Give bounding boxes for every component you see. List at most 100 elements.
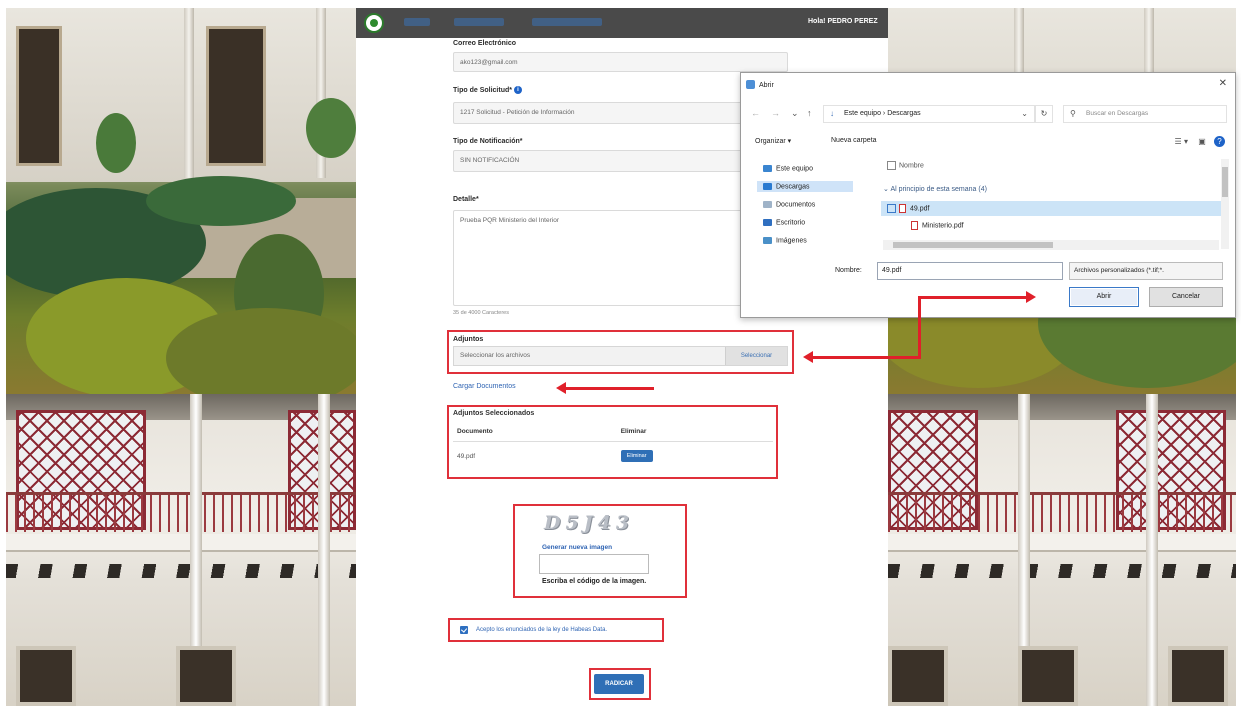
attachments-input[interactable]: Seleccionar los archivos Seleccionar — [453, 346, 788, 366]
column-name-label: Nombre — [899, 162, 924, 170]
nav-item-label: Escritorio — [776, 219, 806, 227]
search-input[interactable]: ⚲ Buscar en Descargas — [1063, 105, 1227, 123]
nav-item-label: Documentos — [776, 201, 816, 209]
close-icon[interactable]: ✕ — [1219, 78, 1227, 89]
file-type-filter[interactable]: Archivos personalizados (*.tif;*. — [1069, 262, 1223, 280]
submit-button[interactable]: RADICAR — [594, 674, 644, 694]
nav-item-this-pc[interactable]: Este equipo — [763, 165, 813, 172]
preview-pane-icon[interactable]: ▣ — [1198, 137, 1206, 146]
address-bar-row: ← → ⌄ ↑ ↓ Este equipo › Descargas ⌄ ↻ ⚲ … — [741, 103, 1235, 125]
nav-item-pictures[interactable]: Imágenes — [763, 237, 807, 247]
desktop-icon — [763, 219, 772, 226]
pictures-icon — [763, 237, 772, 244]
file-item-selected[interactable]: 49.pdf — [881, 201, 1221, 216]
detail-textarea[interactable]: Prueba PQR Ministerio del Interior — [453, 210, 788, 306]
scroll-thumb[interactable] — [893, 242, 1053, 248]
nav-link-2[interactable] — [454, 18, 504, 26]
view-options: ☰ ▾ ▣ ? — [1175, 136, 1225, 147]
horizontal-scrollbar[interactable] — [883, 240, 1219, 250]
user-greeting[interactable]: Hola! PEDRO PEREZ — [808, 18, 878, 25]
help-icon[interactable]: ? — [1214, 136, 1225, 147]
regenerate-captcha-link[interactable]: Generar nueva imagen — [542, 544, 612, 551]
file-name: 49.pdf — [910, 205, 930, 213]
pdf-icon — [911, 221, 918, 230]
file-item[interactable]: Ministerio.pdf — [911, 221, 964, 230]
file-open-dialog: Abrir ✕ ← → ⌄ ↑ ↓ Este equipo › Descarga… — [740, 72, 1236, 318]
nav-item-documents[interactable]: Documentos — [763, 201, 815, 208]
nav-item-downloads[interactable]: Descargas — [757, 181, 853, 193]
file-checkbox[interactable] — [887, 204, 896, 213]
background-photo-balcony-left — [6, 394, 356, 706]
search-placeholder: Buscar en Descargas — [1086, 110, 1149, 117]
navigation-pane: Este equipo Descargas Documentos Escrito… — [741, 157, 871, 253]
vertical-scrollbar[interactable] — [1221, 159, 1229, 249]
organize-menu[interactable]: Organizar ▾ — [755, 137, 791, 145]
nav-link-1[interactable] — [404, 18, 430, 26]
toolbar: Organizar ▾ Nueva carpeta ☰ ▾ ▣ ? — [741, 133, 1235, 155]
view-list-icon[interactable]: ☰ ▾ — [1175, 137, 1188, 146]
selected-attachments-title: Adjuntos Seleccionados — [453, 410, 535, 417]
captcha-input[interactable] — [539, 554, 649, 574]
dialog-title: Abrir — [759, 82, 774, 89]
captcha-hint: Escriba el código de la imagen. — [542, 578, 647, 585]
nav-item-label: Descargas — [776, 183, 810, 191]
file-list: Nombre ⌄ Al principio de esta semana (4)… — [873, 157, 1229, 253]
table-header-row: Documento Eliminar — [453, 422, 773, 442]
delete-button[interactable]: Eliminar — [620, 450, 653, 462]
delete-cell: Eliminar — [541, 442, 773, 471]
char-counter: 35 de 4000 Caracteres — [453, 310, 509, 316]
background-photo-balcony-right — [888, 394, 1236, 706]
select-files-button[interactable]: Seleccionar — [725, 347, 787, 365]
notification-type-label: Tipo de Notificación* — [453, 138, 523, 145]
column-header-document: Documento — [453, 422, 541, 442]
detail-label: Detalle* — [453, 196, 479, 203]
request-type-select[interactable]: 1217 Solicitud - Petición de Información — [453, 102, 788, 124]
breadcrumb-dropdown-icon[interactable]: ⌄ — [1021, 109, 1028, 118]
request-type-label: Tipo de Solicitud* i — [453, 86, 522, 94]
ministry-logo-icon[interactable] — [364, 13, 384, 33]
file-name: Ministerio.pdf — [922, 222, 964, 230]
computer-icon — [763, 165, 772, 172]
breadcrumb-path: Este equipo › Descargas — [844, 110, 921, 117]
group-header[interactable]: ⌄ Al principio de esta semana (4) — [883, 185, 987, 193]
request-type-label-text: Tipo de Solicitud* — [453, 86, 512, 94]
cancel-button[interactable]: Cancelar — [1149, 287, 1223, 307]
nav-item-label: Imágenes — [776, 237, 807, 245]
attachments-label: Adjuntos — [453, 336, 484, 343]
search-icon: ⚲ — [1070, 109, 1076, 118]
column-header-delete: Eliminar — [540, 422, 773, 442]
table-row: 49.pdf Eliminar — [453, 442, 773, 471]
filename-input[interactable]: 49.pdf — [877, 262, 1063, 280]
pdf-icon — [899, 204, 906, 213]
nav-link-3[interactable] — [532, 18, 602, 26]
dialog-app-icon — [746, 80, 755, 89]
selected-attachments-table: Documento Eliminar 49.pdf Eliminar — [453, 422, 773, 470]
column-header-name[interactable]: Nombre — [887, 161, 924, 170]
breadcrumb[interactable]: ↓ Este equipo › Descargas ⌄ — [823, 105, 1035, 123]
nav-item-desktop[interactable]: Escritorio — [763, 219, 805, 226]
email-label: Correo Electrónico — [453, 40, 517, 47]
terms-checkbox[interactable] — [460, 626, 468, 634]
background-photo-garden-left — [6, 8, 356, 394]
upload-documents-link[interactable]: Cargar Documentos — [453, 383, 516, 390]
captcha-image: D5J43 — [544, 512, 635, 534]
group-label: Al principio de esta semana (4) — [890, 186, 987, 193]
up-arrow-icon[interactable]: ↑ — [807, 108, 812, 118]
back-arrow-icon[interactable]: ← — [751, 108, 760, 118]
filename-label: Nombre: — [835, 267, 862, 274]
scroll-thumb[interactable] — [1222, 167, 1228, 197]
email-field[interactable]: ako123@gmail.com — [453, 52, 788, 72]
document-icon — [763, 201, 772, 208]
new-folder-button[interactable]: Nueva carpeta — [831, 137, 877, 144]
terms-label[interactable]: Acepto los enunciados de la ley de Habea… — [476, 627, 607, 633]
forward-arrow-icon[interactable]: → — [771, 108, 780, 118]
refresh-icon[interactable]: ↻ — [1035, 105, 1053, 123]
computer-icon: ↓ — [830, 109, 834, 118]
notification-type-select[interactable]: SIN NOTIFICACIÓN — [453, 150, 788, 172]
open-button[interactable]: Abrir — [1069, 287, 1139, 307]
chevron-down-icon[interactable]: ⌄ — [791, 108, 799, 119]
top-navbar: Hola! PEDRO PEREZ — [356, 8, 888, 38]
select-all-checkbox[interactable] — [887, 161, 896, 170]
document-name: 49.pdf — [457, 452, 476, 460]
info-icon[interactable]: i — [513, 86, 522, 94]
